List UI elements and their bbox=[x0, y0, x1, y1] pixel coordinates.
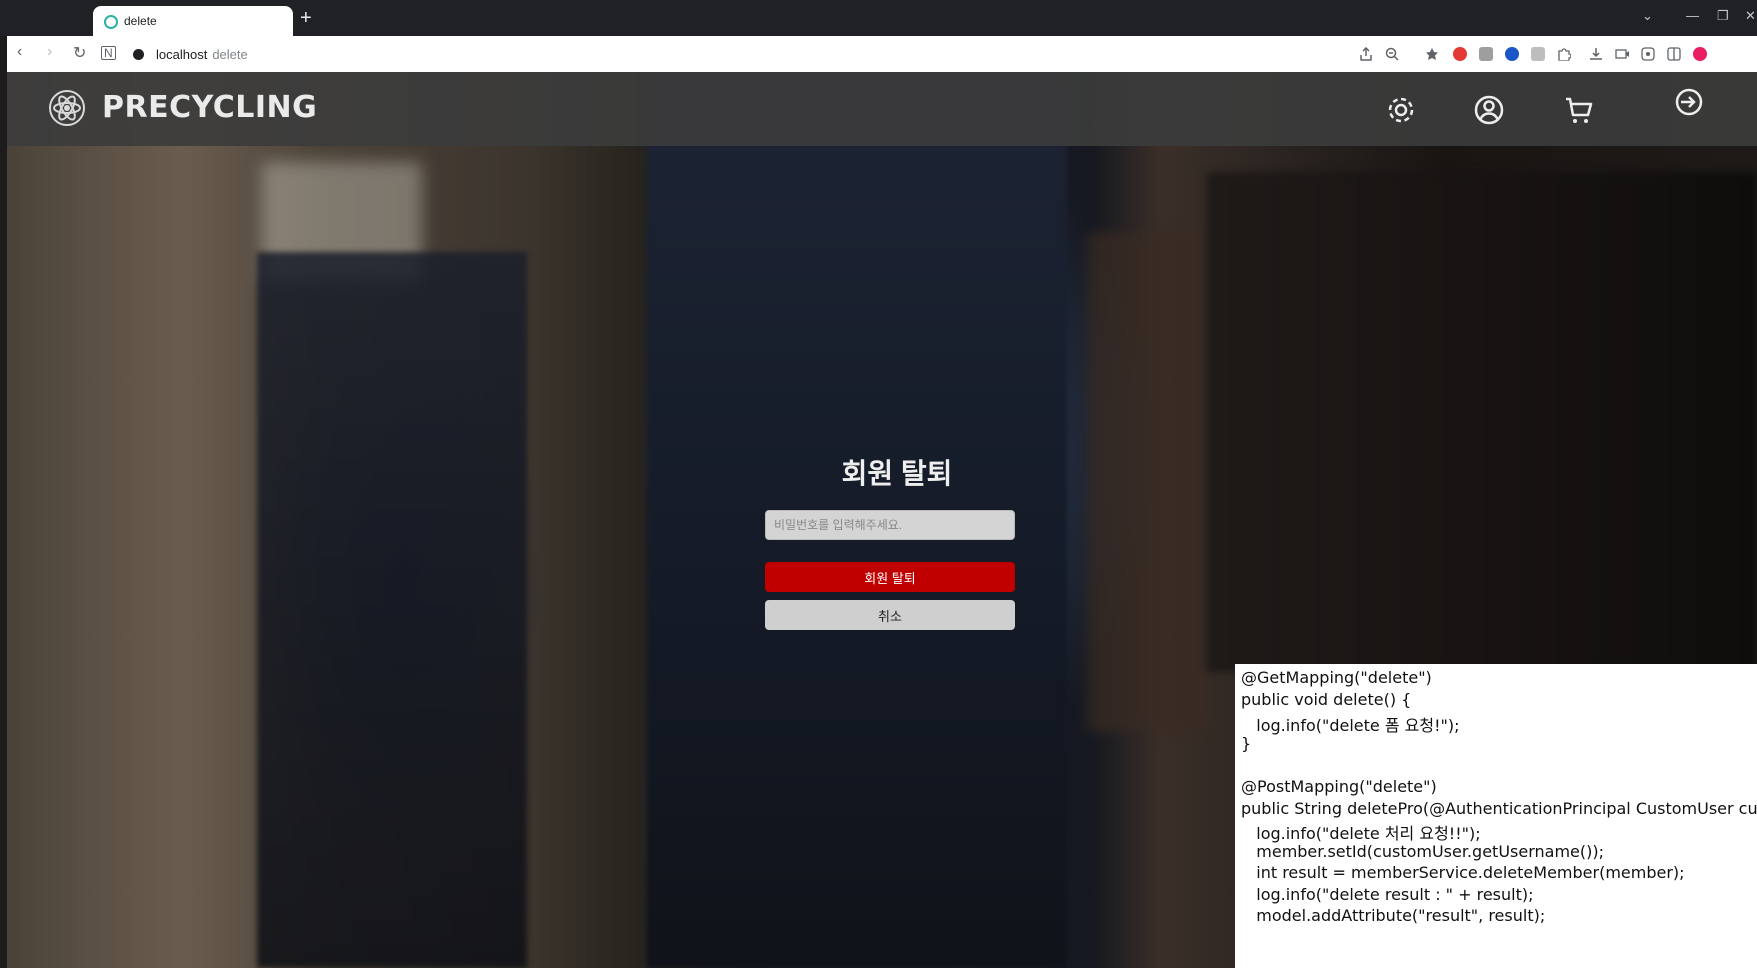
url-host: localhost bbox=[156, 46, 208, 62]
atom-logo-icon[interactable] bbox=[49, 90, 85, 126]
sidebar-icon[interactable] bbox=[1667, 47, 1681, 61]
site-info-icon[interactable] bbox=[133, 48, 144, 60]
password-input[interactable] bbox=[765, 510, 1015, 540]
site-header: PRECYCLING bbox=[7, 72, 1757, 146]
mirror-figure bbox=[257, 252, 527, 968]
loading-icon bbox=[104, 15, 118, 29]
profile-avatar-icon[interactable] bbox=[1693, 47, 1707, 61]
code-line: } bbox=[1241, 734, 1252, 753]
code-line: member.setId(customUser.getUsername()); bbox=[1241, 842, 1604, 861]
puzzle-icon[interactable] bbox=[1557, 47, 1571, 61]
forward-icon[interactable]: › bbox=[47, 43, 52, 61]
cancel-button[interactable]: 취소 bbox=[765, 600, 1015, 630]
delete-account-button[interactable]: 회원 탈퇴 bbox=[765, 562, 1015, 592]
new-tab-button[interactable]: + bbox=[300, 8, 312, 28]
arm-figure bbox=[1087, 232, 1207, 732]
extension-icon[interactable] bbox=[1479, 47, 1493, 61]
user-icon[interactable] bbox=[1473, 94, 1505, 126]
close-icon[interactable]: ✕ bbox=[1745, 8, 1756, 24]
screenshot-icon[interactable] bbox=[1641, 47, 1655, 61]
code-line: log.info("delete 처리 요청!!"); bbox=[1241, 824, 1481, 843]
code-line: log.info("delete 폼 요청!"); bbox=[1241, 716, 1460, 735]
zoom-icon[interactable] bbox=[1385, 47, 1399, 61]
gear-icon[interactable] bbox=[1385, 94, 1417, 126]
code-line: public String deletePro(@AuthenticationP… bbox=[1241, 799, 1757, 818]
login-icon[interactable] bbox=[1673, 86, 1705, 118]
clothing-rack bbox=[1207, 172, 1757, 672]
media-icon[interactable] bbox=[1615, 47, 1629, 61]
browser-tab[interactable]: delete bbox=[93, 6, 293, 36]
code-snippet: @GetMapping("delete") public void delete… bbox=[1235, 664, 1757, 968]
calendar-extension-icon[interactable] bbox=[1531, 47, 1545, 61]
adblock-icon[interactable] bbox=[1453, 47, 1467, 61]
minimize-icon[interactable]: — bbox=[1686, 8, 1699, 23]
url-path: delete bbox=[212, 46, 248, 62]
brand-name[interactable]: PRECYCLING bbox=[102, 90, 317, 125]
check-extension-icon[interactable] bbox=[1505, 47, 1519, 61]
reload-icon[interactable]: ↻ bbox=[73, 43, 86, 63]
code-line: public void delete() { bbox=[1241, 690, 1412, 709]
address-bar[interactable]: localhost delete bbox=[133, 44, 1233, 64]
back-icon[interactable]: ‹ bbox=[17, 43, 22, 61]
reader-icon[interactable]: N bbox=[101, 46, 116, 60]
code-line: log.info("delete result : " + result); bbox=[1241, 885, 1534, 904]
code-line: @PostMapping("delete") bbox=[1241, 777, 1437, 796]
tab-strip: delete + ⌄ — ❐ ✕ bbox=[0, 0, 1757, 36]
tab-title: delete bbox=[124, 14, 157, 28]
page-title: 회원 탈퇴 bbox=[841, 458, 953, 489]
share-icon[interactable] bbox=[1359, 47, 1373, 61]
code-line: model.addAttribute("result", result); bbox=[1241, 906, 1546, 925]
code-line: int result = memberService.deleteMember(… bbox=[1241, 863, 1685, 882]
download-icon[interactable] bbox=[1589, 47, 1603, 61]
cart-icon[interactable] bbox=[1563, 94, 1595, 126]
window-frame bbox=[0, 0, 7, 968]
browser-toolbar: ‹ › ↻ N localhost delete bbox=[7, 36, 1757, 72]
bookmark-icon[interactable] bbox=[1425, 47, 1439, 61]
tab-search-icon[interactable]: ⌄ bbox=[1642, 8, 1653, 24]
restore-icon[interactable]: ❐ bbox=[1717, 8, 1729, 24]
code-line: @GetMapping("delete") bbox=[1241, 668, 1432, 687]
